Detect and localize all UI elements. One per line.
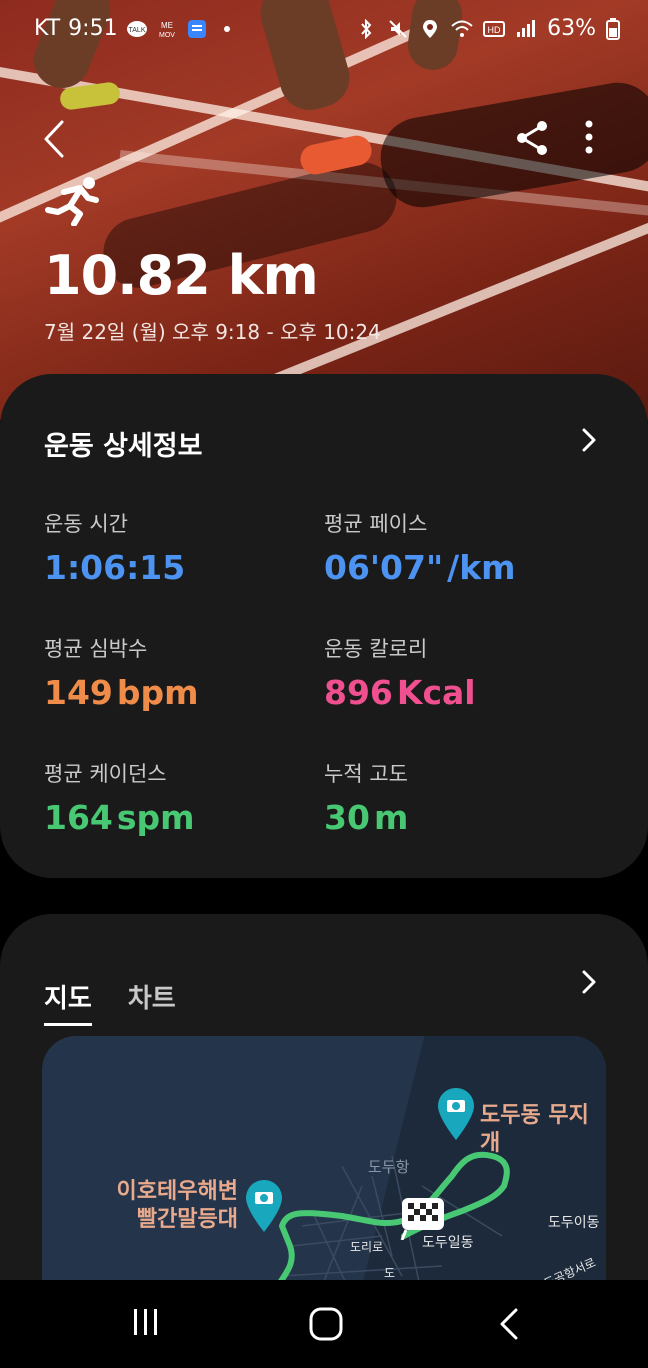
chevron-right-icon (582, 428, 596, 452)
share-icon (517, 121, 547, 155)
area-label-dodu-port: 도두항 (368, 1158, 410, 1176)
back-arrow-icon (500, 1308, 518, 1340)
battery-percent: 63% (547, 16, 596, 41)
details-expand-button[interactable] (578, 426, 600, 454)
tab-map[interactable]: 지도 (44, 978, 92, 1026)
svg-text:TALK: TALK (128, 27, 145, 34)
app-icon (187, 19, 206, 38)
signal-icon (517, 19, 536, 37)
poi-label-2: 이호테우해변 빨간말등대 (116, 1179, 238, 1232)
memov-icon: ME MOV (159, 21, 175, 39)
stat-value: 06'07"/km (324, 548, 516, 587)
distance-value: 10.82 km (44, 244, 319, 307)
map-chart-card: 지도 차트 도두동 무지개 이호테우해변 빨간말등대 도두항 도두일동 도두이동… (0, 914, 648, 1334)
location-icon (423, 19, 438, 38)
area-label-dodu-i: 도두이동 (548, 1215, 600, 1231)
stat-value: 164 spm (44, 798, 195, 837)
svg-text:ME: ME (161, 21, 173, 30)
map-expand-button[interactable] (578, 968, 600, 996)
road-label-dori: 도리로 (350, 1240, 384, 1254)
share-button[interactable] (510, 116, 556, 162)
details-title: 운동 상세정보 (44, 431, 203, 462)
stat-duration: 운동 시간 1:06:15 (44, 508, 185, 587)
wifi-icon (451, 20, 473, 37)
poi-pin-camera-1[interactable] (438, 1088, 474, 1140)
back-nav-button[interactable] (494, 1306, 524, 1342)
recents-icon (134, 1309, 157, 1335)
dot-icon (223, 25, 230, 32)
hd-icon: HD (483, 20, 506, 37)
status-bar: KT 9:51 TALK ME MOV HD 63% (0, 0, 648, 60)
poi-label-1: 도두동 무지개 (480, 1103, 589, 1156)
stat-label: 평균 심박수 (44, 637, 148, 661)
home-icon (309, 1307, 343, 1341)
stat-calories: 운동 칼로리 896 Kcal (324, 633, 476, 712)
bluetooth-icon (361, 18, 372, 39)
stat-avg-cadence: 평균 케이던스 164 spm (44, 758, 195, 837)
stat-label: 운동 칼로리 (324, 637, 428, 661)
map-chart-tabs: 지도 차트 (44, 978, 176, 1026)
stat-label: 누적 고도 (324, 762, 408, 786)
stat-avg-pace: 평균 페이스 06'07"/km (324, 508, 516, 587)
workout-details-card: 운동 상세정보 운동 시간 1:06:15 평균 페이스 06'07"/km 평… (0, 374, 648, 878)
running-icon (45, 177, 99, 226)
battery-icon (606, 17, 620, 40)
more-options-button[interactable] (566, 116, 612, 162)
route-map[interactable]: 도두동 무지개 이호테우해변 빨간말등대 도두항 도두일동 도두이동 도리로 도… (42, 1036, 606, 1296)
home-button[interactable] (308, 1306, 344, 1342)
poi-pin-camera-2[interactable] (246, 1180, 282, 1232)
svg-text:MOV: MOV (159, 32, 175, 39)
stat-value: 896 Kcal (324, 673, 476, 712)
clock: 9:51 (68, 16, 118, 41)
more-vertical-icon (585, 120, 593, 154)
mute-icon (389, 19, 407, 38)
carrier-label: KT (34, 16, 61, 41)
stat-value: 1:06:15 (44, 548, 186, 587)
stat-label: 평균 케이던스 (44, 762, 167, 786)
stat-avg-heart-rate: 평균 심박수 149 bpm (44, 633, 199, 712)
stat-label: 운동 시간 (44, 512, 128, 536)
road-label-do: 도 (384, 1266, 396, 1280)
map-roads (170, 1151, 510, 1296)
tab-chart[interactable]: 차트 (128, 978, 176, 1026)
back-button[interactable] (32, 116, 78, 162)
recents-button[interactable] (130, 1306, 162, 1342)
workout-time-range: 7월 22일 (월) 오후 9:18 - 오후 10:24 (44, 320, 381, 344)
system-nav-bar (0, 1280, 648, 1368)
svg-text:HD: HD (488, 25, 501, 35)
stat-elevation-gain: 누적 고도 30 m (324, 758, 408, 837)
chevron-left-icon (44, 120, 64, 158)
stat-label: 평균 페이스 (324, 512, 428, 536)
stat-value: 30 m (324, 798, 409, 837)
kakaotalk-icon: TALK (126, 20, 147, 37)
area-label-dodu-il: 도두일동 (422, 1235, 474, 1251)
chevron-right-icon (582, 970, 596, 994)
stat-value: 149 bpm (44, 673, 199, 712)
